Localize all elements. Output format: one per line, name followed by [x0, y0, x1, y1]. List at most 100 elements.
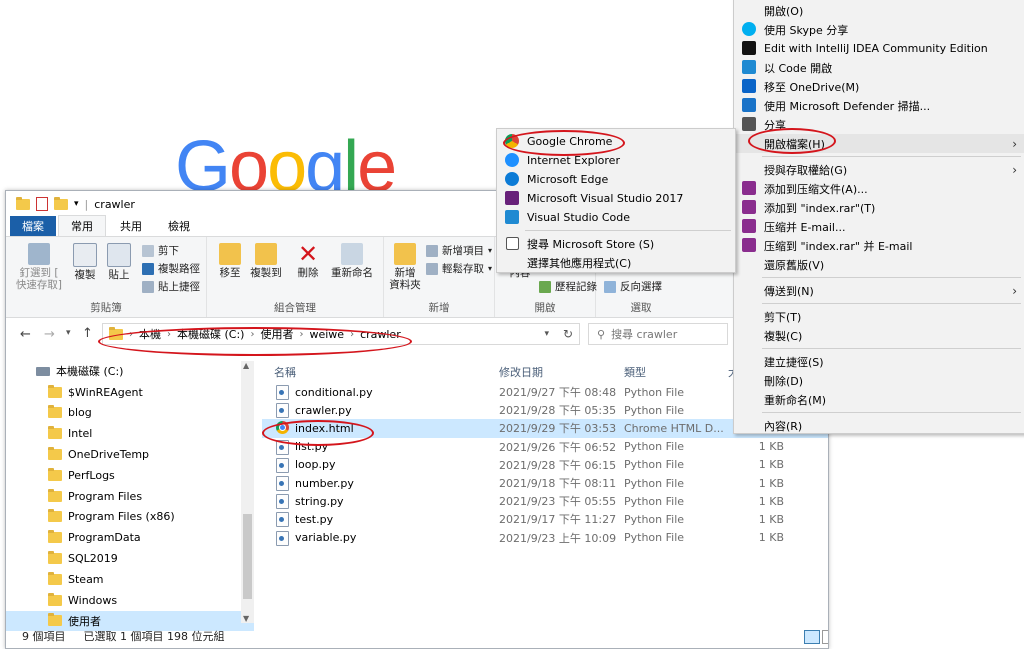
nav-item[interactable]: SQL2019 — [6, 548, 254, 569]
new-folder-button[interactable]: 新增 資料夾 — [388, 243, 422, 291]
context-menu-item[interactable]: 重新命名(M) — [734, 390, 1024, 409]
context-menu-item[interactable]: 使用 Skype 分享 — [734, 20, 1024, 39]
context-menu-item[interactable]: 以 Code 開啟 — [734, 58, 1024, 77]
context-menu-item[interactable]: Google Chrome — [497, 132, 735, 151]
move-to-button[interactable]: 移至 — [213, 243, 247, 279]
up-arrow-icon[interactable]: ↑ — [82, 326, 93, 341]
tab-file[interactable]: 檔案 — [10, 216, 56, 236]
nav-item[interactable]: Windows — [6, 590, 254, 611]
invert-selection-icon — [604, 280, 616, 293]
file-date: 2021/9/17 下午 11:27 — [499, 513, 617, 527]
rename-button[interactable]: 重新命名 — [327, 243, 377, 279]
context-menu-item[interactable]: 移至 OneDrive(M) — [734, 77, 1024, 96]
checkbox-icon[interactable] — [36, 197, 48, 211]
breadcrumb-local-disk[interactable]: 本機磁碟 (C:) — [177, 326, 244, 342]
edge-icon — [505, 172, 519, 186]
cut-label: 剪下 — [158, 245, 179, 257]
context-menu-item[interactable]: 複製(C) — [734, 326, 1024, 345]
context-menu-item[interactable]: Internet Explorer — [497, 151, 735, 170]
context-menu-item[interactable]: 添加到压缩文件(A)... — [734, 179, 1024, 198]
copy-path-button[interactable]: 複製路徑 — [142, 261, 200, 276]
tab-home[interactable]: 常用 — [58, 215, 106, 236]
paste-shortcut-button[interactable]: 貼上捷徑 — [142, 279, 200, 294]
address-bar[interactable]: › 本機 › 本機磁碟 (C:) › 使用者 › weiwe › crawler… — [102, 323, 580, 345]
copy-to-button[interactable]: 複製到 — [249, 243, 283, 279]
context-menu-item[interactable]: Microsoft Edge — [497, 170, 735, 189]
column-date[interactable]: 修改日期 — [499, 364, 543, 380]
dropdown-arrow-icon[interactable]: ▾ — [74, 199, 79, 209]
context-menu-item[interactable]: 開啟檔案(H) › — [734, 134, 1024, 153]
large-icons-view-icon[interactable] — [822, 630, 828, 644]
nav-scrollbar[interactable]: ▲ ▼ — [241, 361, 254, 623]
breadcrumb-users[interactable]: 使用者 — [260, 326, 293, 342]
context-menu-item[interactable]: 授與存取權給(G) › — [734, 160, 1024, 179]
context-menu-item[interactable]: 還原舊版(V) — [734, 255, 1024, 274]
context-menu-item[interactable]: 压缩并 E-mail... — [734, 217, 1024, 236]
scroll-up-icon[interactable]: ▲ — [243, 361, 249, 370]
nav-item[interactable]: blog — [6, 403, 254, 424]
pin-quick-access-button[interactable]: 釘選到 [ 快速存取] — [14, 243, 64, 291]
folder-icon — [48, 592, 62, 606]
forward-arrow-icon[interactable]: → — [44, 327, 55, 342]
breadcrumb-weiwe[interactable]: weiwe — [309, 328, 344, 341]
search-store-item[interactable]: 搜尋 Microsoft Store (S) — [497, 234, 735, 253]
context-menu-item[interactable]: 压缩到 "index.rar" 并 E-mail — [734, 236, 1024, 255]
scrollbar-thumb[interactable] — [243, 514, 252, 599]
delete-button[interactable]: ✕ 刪除 — [293, 242, 323, 279]
nav-item[interactable]: Program Files (x86) — [6, 507, 254, 528]
context-menu-item[interactable]: 添加到 "index.rar"(T) — [734, 198, 1024, 217]
context-menu-item[interactable]: 剪下(T) — [734, 307, 1024, 326]
file-row[interactable]: test.py 2021/9/17 下午 11:27 Python File 1 KB — [262, 510, 828, 528]
nav-item[interactable]: OneDriveTemp — [6, 444, 254, 465]
breadcrumb-crawler[interactable]: crawler — [360, 328, 401, 341]
context-menu-item[interactable]: 開啟(O) — [734, 1, 1024, 20]
context-menu-item[interactable]: Microsoft Visual Studio 2017 — [497, 189, 735, 208]
invert-selection-button[interactable]: 反向選擇 — [604, 279, 662, 294]
nav-item[interactable]: ProgramData — [6, 527, 254, 548]
tab-share[interactable]: 共用 — [108, 216, 154, 236]
paste-button[interactable]: 貼上 — [104, 243, 134, 281]
details-view-icon[interactable] — [804, 630, 820, 644]
python-file-icon — [276, 385, 289, 400]
column-name[interactable]: 名稱 — [274, 364, 296, 380]
scroll-down-icon[interactable]: ▼ — [243, 614, 249, 623]
nav-item[interactable]: $WinREAgent — [6, 382, 254, 403]
breadcrumb-this-pc[interactable]: 本機 — [139, 326, 161, 342]
nav-item[interactable]: Program Files — [6, 486, 254, 507]
new-item-button[interactable]: 新增項目 ▾ — [426, 243, 492, 258]
recent-locations-icon[interactable]: ▾ — [66, 328, 71, 338]
file-row[interactable]: list.py 2021/9/26 下午 06:52 Python File 1 KB — [262, 438, 828, 456]
column-type[interactable]: 類型 — [624, 364, 646, 380]
address-dropdown-icon[interactable]: ▾ — [544, 329, 549, 339]
context-menu-item[interactable]: Edit with IntelliJ IDEA Community Editio… — [734, 39, 1024, 58]
refresh-icon[interactable]: ↻ — [563, 327, 573, 341]
new-folder-icon[interactable] — [54, 196, 68, 210]
file-name: number.py — [295, 476, 354, 490]
context-menu-item[interactable]: 內容(R) — [734, 416, 1024, 435]
tab-view[interactable]: 檢視 — [156, 216, 202, 236]
cut-button[interactable]: 剪下 — [142, 243, 179, 258]
nav-item-label: PerfLogs — [68, 468, 115, 482]
context-menu-item[interactable]: 分享 — [734, 115, 1024, 134]
choose-other-app-item[interactable]: 選擇其他應用程式(C) — [497, 253, 735, 272]
file-row[interactable]: string.py 2021/9/23 下午 05:55 Python File 1 … — [262, 492, 828, 510]
file-row[interactable]: loop.py 2021/9/28 下午 06:15 Python File 1 KB — [262, 456, 828, 474]
context-menu-item[interactable]: 刪除(D) — [734, 371, 1024, 390]
nav-item-local-disk[interactable]: 本機磁碟 (C:) — [6, 361, 254, 382]
history-button[interactable]: 歷程記錄 — [539, 279, 597, 294]
paste-label: 貼上 — [108, 269, 130, 281]
file-row[interactable]: variable.py 2021/9/23 上午 10:09 Python File… — [262, 529, 828, 547]
file-row[interactable]: number.py 2021/9/18 下午 08:11 Python File 1 … — [262, 474, 828, 492]
nav-item[interactable]: Steam — [6, 569, 254, 590]
context-menu-item[interactable]: 使用 Microsoft Defender 掃描... — [734, 96, 1024, 115]
copy-button[interactable]: 複製 — [68, 243, 102, 281]
nav-item[interactable]: PerfLogs — [6, 465, 254, 486]
search-box[interactable]: ⚲ 搜尋 crawler — [588, 323, 728, 345]
context-menu-item[interactable]: Visual Studio Code — [497, 208, 735, 227]
google-letter-e: e — [357, 128, 396, 190]
context-menu-item[interactable]: 傳送到(N) › — [734, 281, 1024, 300]
easy-access-button[interactable]: 輕鬆存取 ▾ — [426, 261, 492, 276]
nav-item[interactable]: Intel — [6, 423, 254, 444]
context-menu-item[interactable]: 建立捷徑(S) — [734, 352, 1024, 371]
back-arrow-icon[interactable]: ← — [20, 327, 31, 342]
